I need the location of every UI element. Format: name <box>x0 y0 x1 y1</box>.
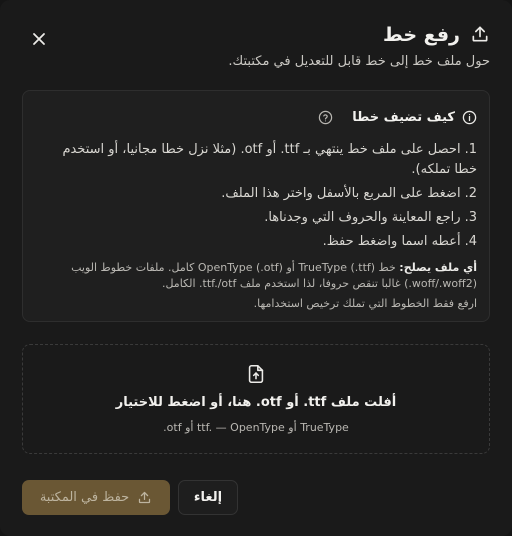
step-item: 2.اضغط على المربع بالأسفل واختر هذا المل… <box>37 184 477 204</box>
title-row: رفع خط <box>24 20 490 50</box>
license-note: ارفع فقط الخطوط التي تملك ترخيص استخدامه… <box>253 297 477 310</box>
help-circle-icon[interactable] <box>318 110 333 125</box>
upload-icon <box>137 490 152 505</box>
file-upload-icon <box>245 363 267 389</box>
compatibility-note: أي ملف يصلح: خط TrueType (.ttf) أو OpenT… <box>37 260 477 292</box>
dialog-header: رفع خط حول ملف خط إلى خط قابل للتعديل في… <box>24 20 490 69</box>
cancel-button-label: إلغاء <box>193 490 223 505</box>
dialog-subtitle: حول ملف خط إلى خط قابل للتعديل في مكتبتك… <box>228 54 490 69</box>
step-item: 3.راجع المعاينة والحروف التي وجدناها. <box>37 208 477 228</box>
instructions-header: كيف تضيف خطا <box>37 107 477 127</box>
upload-icon <box>468 24 490 46</box>
steps-list: 1.احصل على ملف خط ينتهي بـ ttf. أو otf. … <box>37 140 477 252</box>
step-item: 1.احصل على ملف خط ينتهي بـ ttf. أو otf. … <box>37 140 477 180</box>
drop-zone-title: أفلت ملف ttf. أو otf. هنا، أو اضغط للاخت… <box>115 395 397 410</box>
step-number: 1. <box>464 142 477 157</box>
file-drop-zone[interactable]: أفلت ملف ttf. أو otf. هنا، أو اضغط للاخت… <box>22 344 490 454</box>
close-button[interactable] <box>28 28 50 50</box>
instructions-panel: كيف تضيف خطا 1.احصل على ملف خط ينتهي بـ … <box>22 90 490 322</box>
step-number: 2. <box>464 186 477 201</box>
save-to-library-button[interactable]: حفظ في المكتبة <box>22 480 170 515</box>
step-text: أعطه اسما واضغط حفظ. <box>322 234 461 249</box>
save-button-label: حفظ في المكتبة <box>39 490 130 505</box>
step-text: راجع المعاينة والحروف التي وجدناها. <box>264 210 461 225</box>
info-icon <box>462 110 477 125</box>
close-icon <box>33 33 45 45</box>
step-text: احصل على ملف خط ينتهي بـ ttf. أو otf. (م… <box>62 142 477 177</box>
instructions-title: كيف تضيف خطا <box>352 109 455 125</box>
cancel-button[interactable]: إلغاء <box>178 480 238 515</box>
step-text: اضغط على المربع بالأسفل واختر هذا الملف. <box>221 186 461 201</box>
upload-font-dialog: رفع خط حول ملف خط إلى خط قابل للتعديل في… <box>0 0 512 536</box>
dialog-title: رفع خط <box>382 24 460 46</box>
step-number: 3. <box>464 210 477 225</box>
step-item: 4.أعطه اسما واضغط حفظ. <box>37 232 477 252</box>
step-number: 4. <box>464 234 477 249</box>
compatibility-label: أي ملف يصلح: <box>399 261 477 274</box>
drop-zone-hint: TrueType أو ttf. — OpenType أو otf. <box>163 421 349 434</box>
dialog-footer: حفظ في المكتبة إلغاء <box>22 480 238 516</box>
